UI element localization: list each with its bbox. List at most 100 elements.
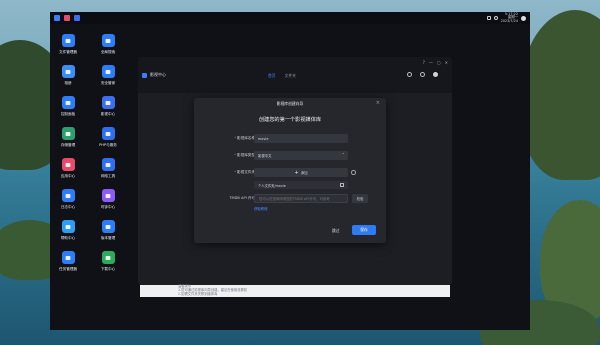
desktop-icon-label: 任务管理器 <box>59 267 77 271</box>
library-name-input[interactable]: movie <box>254 134 348 143</box>
folder-label: *影视文件夹 <box>234 170 255 174</box>
shield-icon <box>101 65 115 78</box>
task-manager-icon <box>61 251 75 264</box>
network-status-icon[interactable] <box>486 16 491 20</box>
tab-home[interactable]: 首页 <box>268 73 276 79</box>
desktop-icon-label: 帮助中心 <box>60 236 76 240</box>
add-folder-label: 添加 <box>300 171 308 175</box>
app-center-icon <box>61 158 75 171</box>
photo-icon <box>61 65 75 78</box>
desktop-icon[interactable]: 网络工具 <box>88 158 128 179</box>
tab-folders[interactable]: 文件夹 <box>285 73 296 79</box>
dialog-close-icon[interactable]: × <box>376 100 380 106</box>
desktop-icon-label: 存储管理 <box>60 143 76 147</box>
top-taskbar: 5:17:22 星期一 2023/7/24 <box>50 12 530 24</box>
window-controls: ? — ▢ ✕ <box>423 60 448 65</box>
desktop-icon[interactable]: 时钟中心 <box>88 189 128 210</box>
clock-date: 2023/7/24 <box>500 18 518 23</box>
desktop-icon[interactable]: 日志中心 <box>48 189 88 210</box>
dialog-heading: 创建您的第一个影视媒体库 <box>258 117 322 123</box>
search-icon[interactable] <box>420 72 425 77</box>
desktop-icon-label: 下载中心 <box>100 267 116 271</box>
media-center-taskbar-icon[interactable] <box>74 15 80 21</box>
footnote-line-2: 2.如需文件夹关联到媒体库 <box>178 292 218 296</box>
start-menu-icon[interactable] <box>54 15 60 21</box>
folder-icon <box>61 34 75 47</box>
type-row: *影视库类型 影视中文 <box>194 150 386 161</box>
log-icon <box>61 189 75 202</box>
desktop-icon[interactable]: 下载中心 <box>88 251 128 272</box>
folder-row: *影视文件夹 + 添加 <box>194 168 386 178</box>
system-tray: 5:17:22 星期一 2023/7/24 <box>486 12 526 24</box>
desktop-icon-label: 安全管家 <box>100 81 116 85</box>
selected-folder-path: 个人文件夹/movie <box>258 183 286 188</box>
window-title-text: 影视中心 <box>150 72 166 77</box>
remove-folder-icon[interactable] <box>340 183 344 187</box>
name-row: *影视库名称 movie <box>194 134 386 144</box>
desktop-icon-label: 全局搜索 <box>100 50 116 54</box>
clock: 5:17:22 星期一 2023/7/24 <box>500 12 518 24</box>
tutorial-link[interactable]: 获取教程 <box>254 206 268 211</box>
minimize-icon[interactable]: — <box>429 60 433 65</box>
desktop-icon[interactable]: 应用中心 <box>48 158 88 179</box>
desktop-icon[interactable]: 任务管理器 <box>48 251 88 272</box>
type-label: *影视库类型 <box>234 153 255 157</box>
library-wizard-dialog: 影视库创建向导 × 创建您的第一个影视媒体库 *影视库名称 movie *影视库… <box>194 98 386 243</box>
user-avatar[interactable] <box>521 15 526 21</box>
desktop-icon[interactable]: 控制面板 <box>48 96 88 117</box>
network-icon <box>101 158 115 171</box>
name-label: *影视库名称 <box>234 136 255 140</box>
desktop-icon-label: 时钟中心 <box>100 205 116 209</box>
app-shortcut-icon[interactable] <box>64 15 70 21</box>
notification-icon[interactable] <box>493 16 498 20</box>
desktop-icon[interactable]: 安全管家 <box>88 65 128 86</box>
server-icon <box>101 127 115 140</box>
selected-folder-item: 个人文件夹/movie <box>254 181 348 189</box>
desktop-icon[interactable]: 版本管理 <box>88 220 128 241</box>
save-button[interactable]: 保存 <box>352 225 376 235</box>
footnote: 温馨提示 1.您可通过影视库向导创建，建议在使用设置前 2.如需文件夹关联到媒体… <box>178 284 247 296</box>
desktop-icon[interactable]: 文件管理器 <box>48 34 88 55</box>
verify-button[interactable]: 校验 <box>352 194 368 203</box>
version-icon <box>101 220 115 233</box>
desktop-icon[interactable]: 帮助中心 <box>48 220 88 241</box>
desktop-icon[interactable]: 影视中心 <box>88 96 128 117</box>
desktop-icon-label: 应用中心 <box>60 174 76 178</box>
header-actions <box>407 72 438 77</box>
download-icon <box>101 251 115 264</box>
close-icon[interactable]: ✕ <box>445 60 448 65</box>
user-avatar[interactable] <box>433 72 438 77</box>
desktop-icon[interactable]: PHP与服务 <box>88 127 128 148</box>
help-icon[interactable]: ? <box>423 60 425 65</box>
media-center-logo-icon <box>142 72 147 78</box>
plus-icon: + <box>294 169 299 176</box>
search-icon <box>101 34 115 47</box>
desktop-icon[interactable]: 相册 <box>48 65 88 86</box>
maximize-icon[interactable]: ▢ <box>437 60 441 65</box>
library-type-select[interactable]: 影视中文 <box>254 150 348 160</box>
desktop-icon-label: 网络工具 <box>100 174 116 178</box>
desktop-icon-label: 文件管理器 <box>59 50 77 54</box>
dialog-title: 影视库创建向导 <box>276 101 304 106</box>
help-icon <box>61 220 75 233</box>
add-folder-button[interactable]: + 添加 <box>254 168 348 177</box>
desktop-icon[interactable]: 全局搜索 <box>88 34 128 55</box>
tmdb-api-input[interactable] <box>254 194 348 203</box>
api-label: TMDB API 许可 <box>229 196 255 200</box>
info-icon[interactable] <box>351 170 356 175</box>
skip-button[interactable]: 跳过 <box>332 228 340 234</box>
desktop-icon-label: 控制面板 <box>60 112 76 116</box>
desktop-icon-label: PHP与服务 <box>99 143 117 147</box>
storage-icon <box>61 127 75 140</box>
clock-icon <box>101 189 115 202</box>
desktop-icon-label: 版本管理 <box>100 236 116 240</box>
window-tabs: 首页 文件夹 <box>268 73 296 79</box>
window-title: 影视中心 <box>142 72 166 78</box>
desktop-icon-label: 相册 <box>64 81 72 85</box>
desktop-icon-label: 日志中心 <box>60 205 76 209</box>
desktop-icon-label: 影视中心 <box>100 112 116 116</box>
desktop-icon[interactable]: 存储管理 <box>48 127 88 148</box>
control-panel-icon <box>61 96 75 109</box>
refresh-icon[interactable] <box>407 72 412 77</box>
media-icon <box>101 96 115 109</box>
